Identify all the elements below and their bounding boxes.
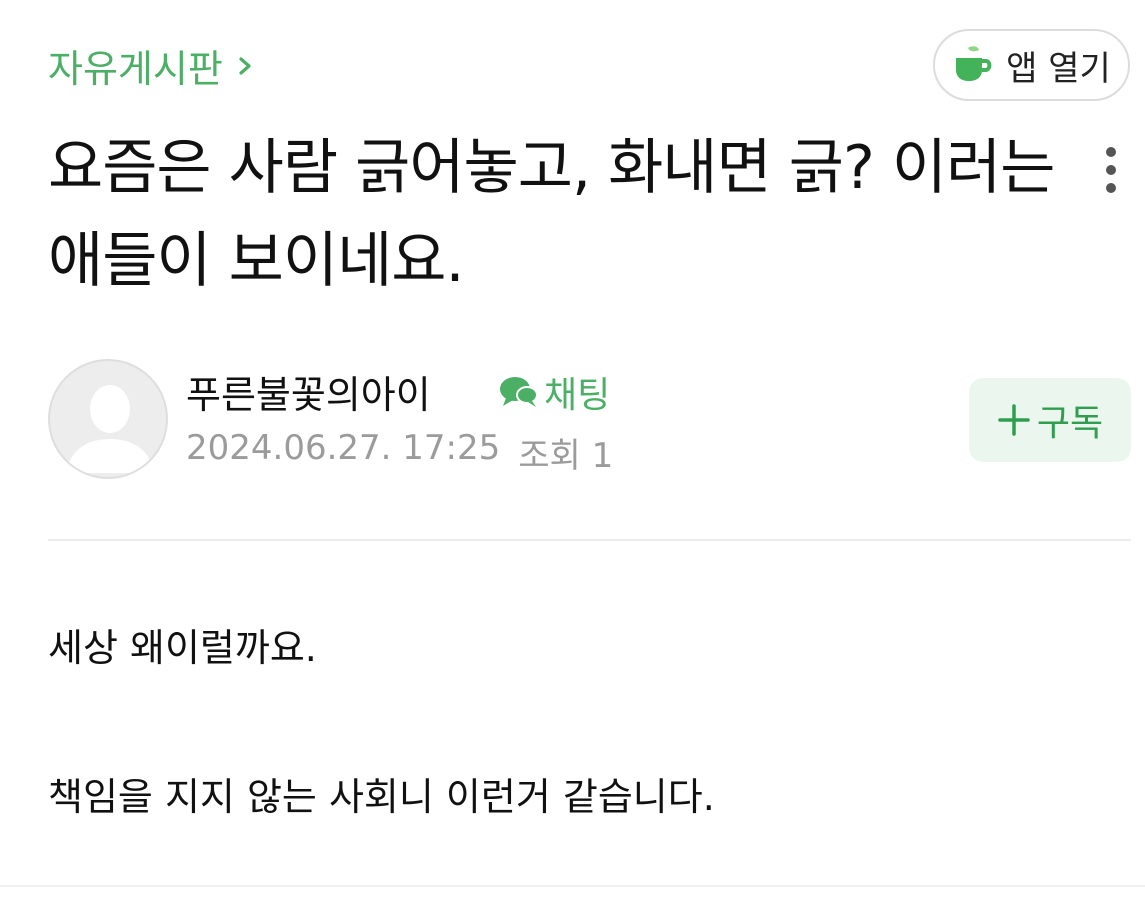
chat-label: 채팅 xyxy=(544,375,611,416)
post-date: 2024.06.27. 17:25 xyxy=(186,428,501,468)
plus-icon xyxy=(998,404,1030,436)
subscribe-button[interactable]: 구독 xyxy=(969,378,1131,462)
divider xyxy=(48,539,1131,541)
bottom-divider xyxy=(0,885,1145,887)
chevron-right-icon xyxy=(239,56,251,75)
cup-icon xyxy=(956,46,992,81)
post-body-line: 책임을 지지 않는 사회니 이런거 같습니다. xyxy=(48,775,715,819)
avatar-silhouette xyxy=(66,385,154,473)
board-link[interactable]: 자유게시판 xyxy=(48,38,255,93)
open-app-label: 앱 열기 xyxy=(1006,48,1111,89)
chat-button[interactable]: 채팅 xyxy=(498,366,610,418)
post-title: 요즘은 사람 긁어놓고, 화내면 긁? 이러는 애들이 보이네요. xyxy=(48,133,1055,296)
post-body-line: 세상 왜이럴까요. xyxy=(48,626,317,670)
open-app-button[interactable]: 앱 열기 xyxy=(933,29,1130,101)
post-page: 자유게시판 앱 열기 요즘은 사람 긁어놓고, 화내면 긁? 이러는 애들이 보… xyxy=(0,0,1145,908)
subscribe-label: 구독 xyxy=(1036,403,1104,444)
post-meta: 2024.06.27. 17:25 조회 1 xyxy=(186,428,613,477)
view-count: 조회 1 xyxy=(518,436,614,476)
more-vertical-icon[interactable] xyxy=(1096,145,1126,201)
board-name: 자유게시판 xyxy=(48,47,223,91)
chat-bubble-icon xyxy=(500,377,538,407)
author-name[interactable]: 푸른불꽃의아이 xyxy=(186,364,431,419)
avatar[interactable] xyxy=(48,359,168,479)
